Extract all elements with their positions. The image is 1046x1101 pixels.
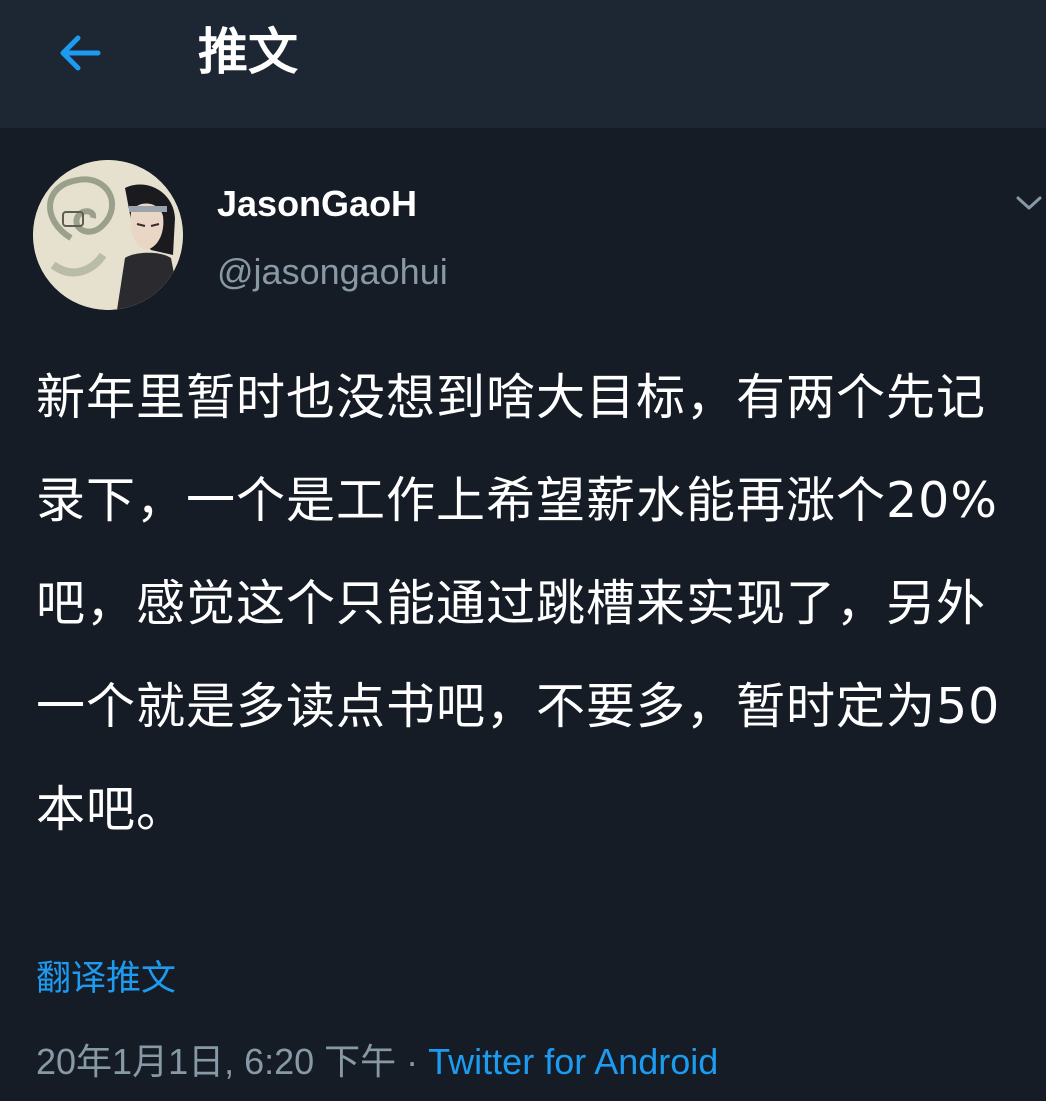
top-app-bar: 推文: [0, 0, 1046, 128]
tweet-source-link[interactable]: Twitter for Android: [428, 1041, 718, 1082]
page-title: 推文: [198, 23, 298, 81]
tweet-timestamp: 20年1月1日, 6:20 下午: [36, 1041, 397, 1082]
tweet-meta: 20年1月1日, 6:20 下午 · Twitter for Android: [36, 1036, 718, 1088]
translate-tweet-link[interactable]: 翻译推文: [36, 954, 176, 1004]
chevron-down-icon: [1016, 196, 1042, 210]
author-display-name[interactable]: JasonGaoH: [217, 180, 417, 228]
avatar-image: [33, 160, 183, 310]
back-button[interactable]: [40, 18, 120, 88]
more-options-button[interactable]: [1012, 186, 1046, 220]
meta-separator: ·: [406, 1041, 419, 1082]
tweet-text: 新年里暂时也没想到啥大目标，有两个先记录下，一个是工作上希望薪水能再涨个20%吧…: [36, 369, 1001, 838]
arrow-left-icon: [60, 35, 101, 71]
author-handle[interactable]: @jasongaohui: [217, 248, 448, 296]
avatar[interactable]: [33, 160, 183, 310]
